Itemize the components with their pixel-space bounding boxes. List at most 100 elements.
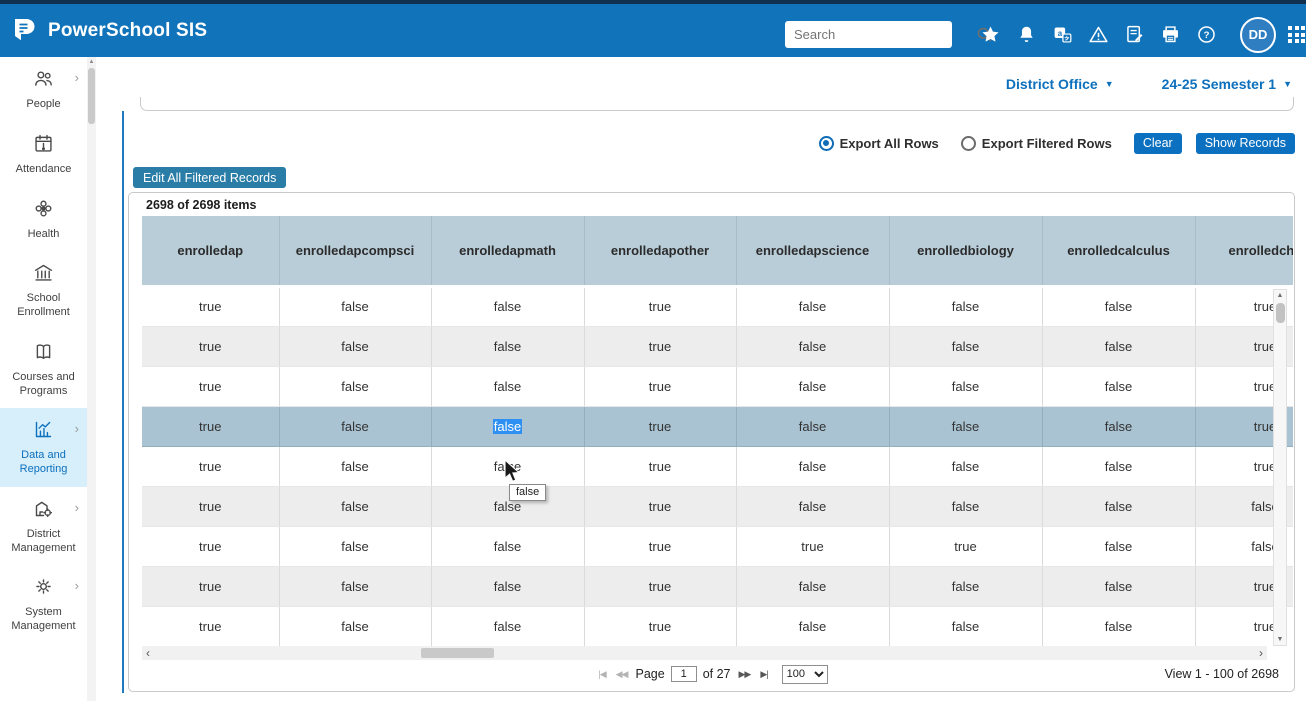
pager-first-icon[interactable]: |◀ [596,669,607,680]
table-cell[interactable]: false [279,286,431,326]
scrollbar-thumb[interactable] [421,648,494,658]
page-number-input[interactable] [671,666,697,682]
table-cell[interactable]: false [889,606,1042,646]
table-cell[interactable]: false [889,366,1042,406]
table-cell[interactable]: false [1042,606,1195,646]
help-icon[interactable]: ? [1196,24,1217,45]
table-cell[interactable]: false [889,486,1042,526]
school-selector[interactable]: District Office ▼ [1006,76,1114,92]
export-filtered-rows-radio[interactable]: Export Filtered Rows [961,136,1112,151]
page-size-select[interactable]: 100 [782,665,828,684]
column-header-enrolledapscience[interactable]: enrolledapscience [736,216,889,286]
table-cell[interactable]: true [584,286,736,326]
table-cell[interactable]: false [279,566,431,606]
table-cell[interactable]: true [584,566,736,606]
table-cell[interactable]: false [431,326,584,366]
table-cell[interactable]: false [431,406,584,446]
table-cell[interactable]: true [889,526,1042,566]
sidebar-item-system-management[interactable]: › System Management [0,565,87,644]
sidebar-scrollbar[interactable]: ▲ [87,57,96,701]
table-cell[interactable]: true [142,486,279,526]
sidebar-item-people[interactable]: › People [0,57,87,122]
sidebar-item-data-reporting[interactable]: › Data and Reporting [0,408,87,487]
table-cell[interactable]: true [142,406,279,446]
table-vertical-scrollbar[interactable]: ▲ ▼ [1273,289,1287,646]
table-cell[interactable]: false [736,366,889,406]
favorites-star-icon[interactable] [980,24,1001,45]
table-cell[interactable]: false [431,446,584,486]
table-cell[interactable]: true [142,286,279,326]
term-selector[interactable]: 24-25 Semester 1 ▼ [1162,76,1292,92]
app-switcher-grid-icon[interactable] [1288,26,1305,43]
column-header-enrolledapcompsci[interactable]: enrolledapcompsci [279,216,431,286]
export-all-rows-radio[interactable]: Export All Rows [819,136,939,151]
table-cell[interactable]: false [736,486,889,526]
table-cell[interactable]: true [142,326,279,366]
table-cell[interactable]: false [889,446,1042,486]
table-cell[interactable]: false [736,606,889,646]
table-cell[interactable]: false [736,406,889,446]
table-cell[interactable]: false [736,286,889,326]
table-cell[interactable]: true [584,366,736,406]
column-header-enrolledche[interactable]: enrolledche [1195,216,1293,286]
table-cell[interactable]: false [431,526,584,566]
column-header-enrolledbiology[interactable]: enrolledbiology [889,216,1042,286]
sidebar-item-district-management[interactable]: › District Management [0,487,87,566]
table-cell[interactable]: true [584,526,736,566]
sidebar-item-health[interactable]: Health [0,187,87,252]
table-cell[interactable]: true [736,526,889,566]
table-cell[interactable]: false [431,486,584,526]
scrollbar-thumb[interactable] [88,68,95,124]
scroll-right-icon[interactable]: › [1259,647,1263,659]
radio-unselected-icon[interactable] [961,136,976,151]
table-cell[interactable]: false [279,446,431,486]
table-cell[interactable]: true [142,366,279,406]
table-cell[interactable]: false [279,486,431,526]
table-cell[interactable]: false [431,606,584,646]
table-cell[interactable]: true [584,406,736,446]
table-cell[interactable]: true [142,526,279,566]
table-cell[interactable]: true [142,446,279,486]
clear-button[interactable]: Clear [1134,133,1182,154]
inline-edit-selected-text[interactable]: false [493,419,522,434]
scrollbar-thumb[interactable] [1276,303,1285,323]
table-cell[interactable]: false [1042,286,1195,326]
table-cell[interactable]: false [1042,566,1195,606]
brand[interactable]: PowerSchool SIS [10,16,207,46]
table-cell[interactable]: false [279,366,431,406]
alerts-warning-icon[interactable] [1088,24,1109,45]
table-cell[interactable]: false [736,446,889,486]
sidebar-item-courses-programs[interactable]: Courses and Programs [0,330,87,409]
table-cell[interactable]: false [1042,326,1195,366]
scroll-left-icon[interactable]: ‹ [146,647,150,659]
scroll-down-icon[interactable]: ▼ [1274,636,1286,643]
table-cell[interactable]: false [889,286,1042,326]
scroll-up-icon[interactable]: ▲ [87,57,96,65]
table-cell[interactable]: false [736,566,889,606]
table-cell[interactable]: false [431,566,584,606]
notifications-bell-icon[interactable] [1016,24,1037,45]
table-cell[interactable]: false [1042,486,1195,526]
table-cell[interactable]: true [584,606,736,646]
table-cell[interactable]: false [279,406,431,446]
user-avatar[interactable]: DD [1240,17,1276,53]
table-cell[interactable]: false [279,526,431,566]
column-header-enrolledapmath[interactable]: enrolledapmath [431,216,584,286]
pager-last-icon[interactable]: ▶| [758,669,769,680]
forms-report-icon[interactable] [1124,24,1145,45]
table-cell[interactable]: false [431,286,584,326]
pager-next-icon[interactable]: ▶▶ [737,669,753,680]
table-cell[interactable]: false [1042,406,1195,446]
table-cell[interactable]: false [1042,446,1195,486]
print-icon[interactable] [1160,24,1181,45]
edit-all-filtered-records-button[interactable]: Edit All Filtered Records [133,167,286,188]
pager-prev-icon[interactable]: ◀◀ [614,669,630,680]
table-cell[interactable]: true [584,446,736,486]
show-records-button[interactable]: Show Records [1196,133,1295,154]
table-cell[interactable]: true [584,326,736,366]
table-cell[interactable]: false [889,406,1042,446]
table-cell[interactable]: false [431,366,584,406]
translate-language-icon[interactable]: a [1052,24,1073,45]
table-cell[interactable]: false [1042,366,1195,406]
table-cell[interactable]: true [142,566,279,606]
